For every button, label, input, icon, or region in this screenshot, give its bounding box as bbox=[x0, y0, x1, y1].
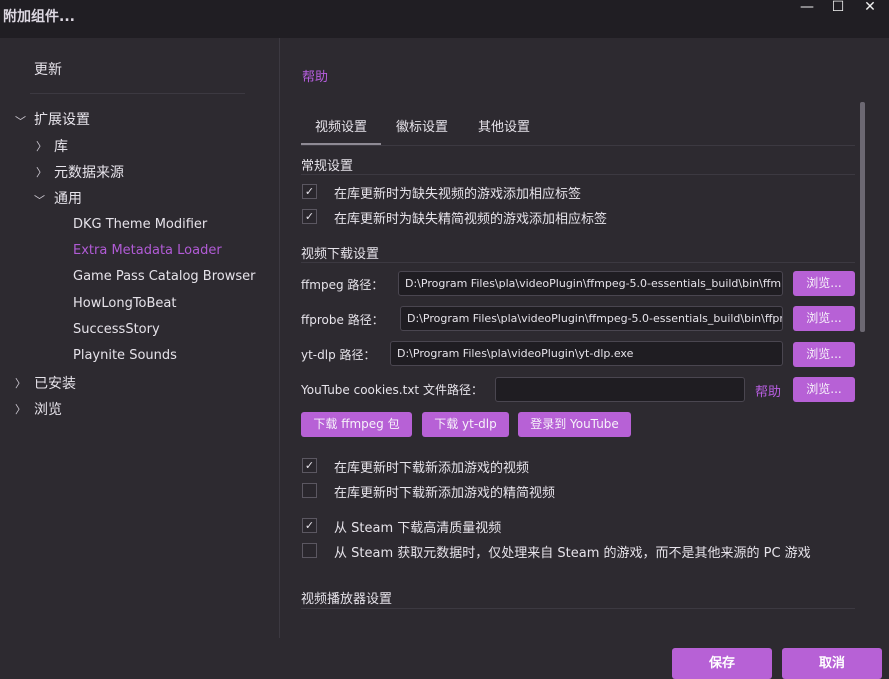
window-title: 附加组件... bbox=[3, 9, 75, 25]
tab-video-settings[interactable]: 视频设置 bbox=[315, 116, 367, 135]
checkbox-missing-video-tag[interactable]: ✓ bbox=[302, 184, 317, 199]
sidebar-item-update[interactable]: 更新 bbox=[34, 59, 62, 79]
checkbox-label: 在库更新时下载新添加游戏的视频 bbox=[334, 461, 530, 476]
sidebar-plugin-game-pass-catalog-browser[interactable]: Game Pass Catalog Browser bbox=[73, 269, 255, 284]
ytdlp-path-label: yt-dlp 路径： bbox=[301, 348, 376, 362]
sidebar-item-metadata-sources[interactable]: 元数据来源 bbox=[54, 162, 124, 182]
browse-ffprobe-button[interactable]: 浏览... bbox=[793, 306, 855, 331]
browse-ytdlp-button[interactable]: 浏览... bbox=[793, 342, 855, 367]
checkbox-steam-only-steam-games[interactable] bbox=[302, 543, 317, 558]
tab-other-settings[interactable]: 其他设置 bbox=[478, 116, 530, 135]
checkbox-label: 在库更新时为缺失精简视频的游戏添加相应标签 bbox=[334, 212, 608, 227]
settings-content: 帮助 视频设置 徽标设置 其他设置 常规设置 ✓ 在库更新时为缺失视频的游戏添加… bbox=[280, 38, 889, 679]
ffprobe-path-input[interactable]: D:\Program Files\pla\videoPlugin\ffmpeg-… bbox=[400, 306, 783, 331]
tabs-divider bbox=[301, 145, 855, 146]
cookies-path-label: YouTube cookies.txt 文件路径： bbox=[301, 383, 483, 397]
section-divider bbox=[301, 174, 855, 175]
help-link[interactable]: 帮助 bbox=[302, 66, 328, 85]
section-download-settings: 视频下载设置 bbox=[301, 247, 380, 262]
sidebar-item-general[interactable]: 通用 bbox=[54, 188, 82, 208]
section-player-settings: 视频播放器设置 bbox=[301, 592, 393, 607]
sidebar-item-browse[interactable]: 浏览 bbox=[34, 399, 62, 419]
chevron-down-icon[interactable]: ﹀ bbox=[34, 192, 45, 208]
sidebar-plugin-playnite-sounds[interactable]: Playnite Sounds bbox=[73, 348, 177, 363]
chevron-right-icon[interactable]: 〉 bbox=[36, 164, 47, 180]
checkbox-label: 在库更新时为缺失视频的游戏添加相应标签 bbox=[334, 187, 582, 202]
save-button[interactable]: 保存 bbox=[672, 648, 772, 679]
download-ytdlp-button[interactable]: 下载 yt-dlp bbox=[422, 412, 509, 437]
checkbox-steam-hd-video[interactable]: ✓ bbox=[302, 518, 317, 533]
ffprobe-path-label: ffprobe 路径： bbox=[301, 313, 384, 327]
sidebar: 更新 ﹀ 扩展设置 〉 库 〉 元数据来源 ﹀ 通用 DKG Theme Mod… bbox=[0, 38, 279, 679]
ytdlp-path-input[interactable]: D:\Program Files\pla\videoPlugin\yt-dlp.… bbox=[390, 341, 783, 366]
browse-ffmpeg-button[interactable]: 浏览... bbox=[793, 271, 855, 296]
sidebar-item-extensions[interactable]: 扩展设置 bbox=[34, 109, 90, 129]
tab-logo-settings[interactable]: 徽标设置 bbox=[396, 116, 448, 135]
cancel-button[interactable]: 取消 bbox=[782, 648, 882, 679]
section-divider bbox=[301, 262, 855, 263]
checkbox-missing-micro-video-tag[interactable]: ✓ bbox=[302, 209, 317, 224]
sidebar-plugin-howlongtobeat[interactable]: HowLongToBeat bbox=[73, 296, 177, 311]
checkbox-label: 从 Steam 获取元数据时，仅处理来自 Steam 的游戏，而不是其他来源的 … bbox=[334, 546, 811, 561]
chevron-right-icon[interactable]: 〉 bbox=[15, 375, 26, 391]
sidebar-plugin-dkg-theme-modifier[interactable]: DKG Theme Modifier bbox=[73, 217, 207, 232]
ffmpeg-path-input[interactable]: D:\Program Files\pla\videoPlugin\ffmpeg-… bbox=[398, 271, 783, 296]
login-youtube-button[interactable]: 登录到 YouTube bbox=[518, 412, 631, 437]
cookies-path-input[interactable] bbox=[495, 377, 745, 402]
section-general-settings: 常规设置 bbox=[301, 159, 354, 174]
ffmpeg-path-label: ffmpeg 路径： bbox=[301, 278, 384, 292]
chevron-right-icon[interactable]: 〉 bbox=[15, 401, 26, 417]
chevron-down-icon[interactable]: ﹀ bbox=[15, 113, 26, 129]
browse-cookies-button[interactable]: 浏览... bbox=[793, 377, 855, 402]
sidebar-plugin-extra-metadata-loader[interactable]: Extra Metadata Loader bbox=[73, 243, 222, 258]
checkbox-label: 在库更新时下载新添加游戏的精简视频 bbox=[334, 486, 556, 501]
sidebar-item-installed[interactable]: 已安装 bbox=[34, 373, 76, 393]
section-divider bbox=[301, 608, 855, 609]
sidebar-plugin-successstory[interactable]: SuccessStory bbox=[73, 322, 160, 337]
minimize-button[interactable]: — bbox=[794, 0, 820, 18]
chevron-right-icon[interactable]: 〉 bbox=[36, 138, 47, 154]
sidebar-item-library[interactable]: 库 bbox=[54, 136, 68, 156]
checkbox-label: 从 Steam 下载高清质量视频 bbox=[334, 521, 502, 536]
checkbox-download-video-on-update[interactable]: ✓ bbox=[302, 458, 317, 473]
sidebar-divider bbox=[30, 93, 245, 94]
cookies-help-link[interactable]: 帮助 bbox=[755, 381, 781, 400]
checkbox-download-micro-video-on-update[interactable] bbox=[302, 483, 317, 498]
maximize-button[interactable]: ☐ bbox=[825, 0, 851, 18]
title-bar: 附加组件... — ☐ ✕ bbox=[0, 0, 889, 38]
vertical-scrollbar[interactable] bbox=[860, 102, 865, 332]
close-button[interactable]: ✕ bbox=[857, 0, 883, 18]
download-ffmpeg-button[interactable]: 下载 ffmpeg 包 bbox=[301, 412, 412, 437]
